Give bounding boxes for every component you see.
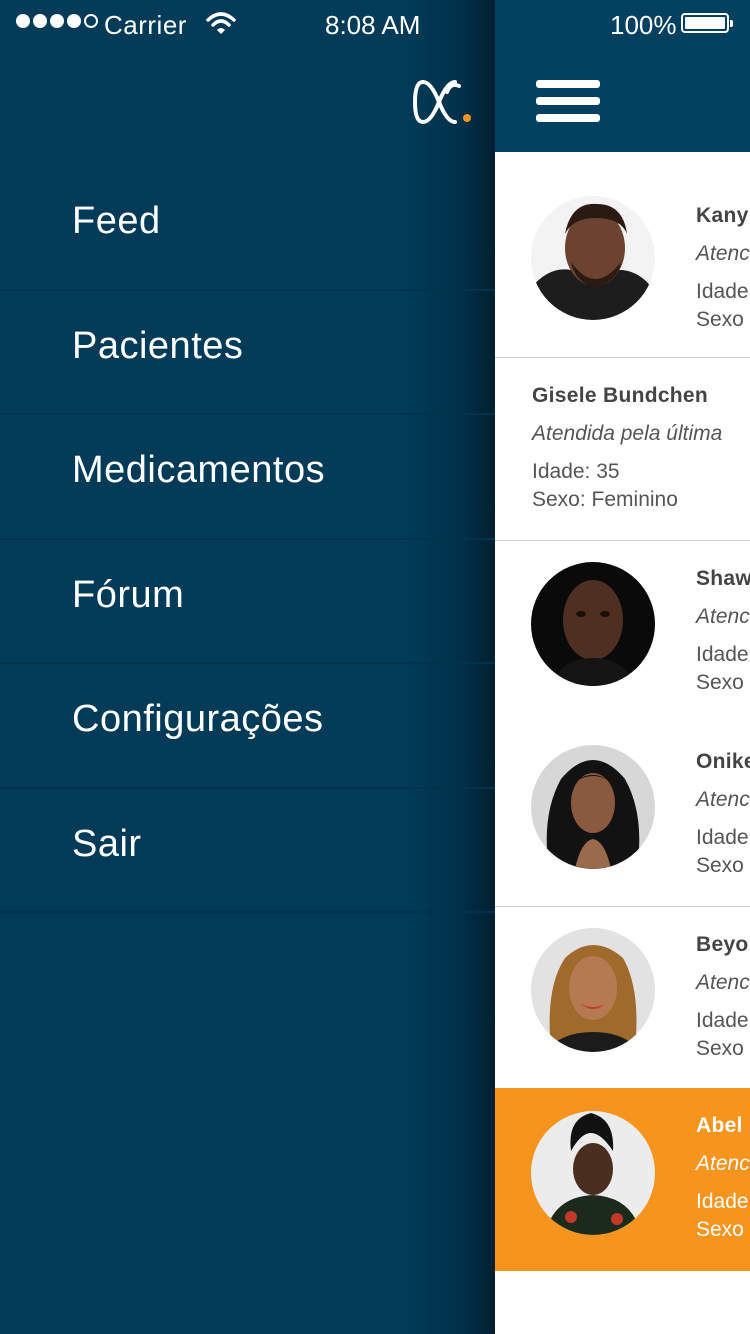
patient-row[interactable]: Gisele Bundchen Atendida pela última Ida… [495,358,750,541]
patient-age: Idade [696,643,749,666]
patient-last-visit: Atenc [696,1152,750,1175]
menu-item-sair[interactable]: Sair [0,789,495,913]
menu-item-label: Pacientes [72,324,244,367]
patient-age: Idade [696,280,749,303]
patient-name: Gisele Bundchen [532,384,709,407]
menu-item-feed[interactable]: Feed [0,166,495,291]
status-bar: Carrier 8:08 AM 100% [0,0,750,50]
patient-last-visit: Atendida pela última [532,422,723,445]
patient-age: Idade [696,1190,749,1213]
menu-item-label: Sair [72,822,142,865]
patient-last-visit: Atenc [696,788,750,811]
patient-last-visit: Atenc [696,971,750,994]
patient-age: Idade: 35 [532,460,620,483]
menu-item-configuracoes[interactable]: Configurações [0,664,495,789]
patient-avatar [531,928,655,1052]
battery-icon [681,13,733,33]
patient-name: Abel [696,1114,743,1137]
patient-avatar [531,1111,655,1235]
patient-avatar [531,196,655,320]
menu-item-label: Configurações [72,698,324,740]
menu-item-pacientes[interactable]: Pacientes [0,291,495,415]
menu-item-forum[interactable]: Fórum [0,540,495,664]
menu-item-label: Fórum [72,573,185,616]
side-drawer: Feed Pacientes Medicamentos Fórum Config… [0,0,495,1334]
drawer-menu: Feed Pacientes Medicamentos Fórum Config… [0,166,495,913]
patient-row[interactable]: Beyo Atenc Idade Sexo [495,907,750,1088]
battery-percentage: 100% [610,10,677,40]
patient-name: Onike [696,750,750,773]
patient-row[interactable]: Shaw Atenc Idade Sexo [495,541,750,724]
patient-age: Idade [696,826,749,849]
hamburger-menu-icon[interactable] [536,80,600,124]
patient-row[interactable]: Onike Atenc Idade Sexo [495,724,750,907]
app-logo [413,80,471,125]
menu-item-label: Medicamentos [72,449,326,491]
menu-item-medicamentos[interactable]: Medicamentos [0,415,495,540]
patient-name: Kany [696,204,749,227]
patient-sex: Sexo [696,671,744,694]
patient-sex: Sexo: Feminino [532,488,678,511]
signal-dots-icon [16,14,101,45]
patient-last-visit: Atenc [696,605,750,628]
patient-name: Beyo [696,933,749,956]
status-time: 8:08 AM [325,10,421,40]
patient-avatar [531,562,655,686]
patient-list-screen: Kany Atenc Idade Sexo Gisele Bundchen At… [495,0,750,1334]
patient-name: Shaw [696,567,750,590]
menu-item-label: Feed [72,200,161,242]
patient-sex: Sexo [696,1037,744,1060]
patient-sex: Sexo [696,308,744,331]
patient-age: Idade [696,1009,749,1032]
wifi-icon [206,12,236,34]
patient-row[interactable]: Kany Atenc Idade Sexo [495,152,750,358]
patient-sex: Sexo [696,1218,744,1241]
patient-avatar [531,745,655,869]
carrier-name: Carrier [104,10,187,40]
patient-last-visit: Atenc [696,242,750,265]
patient-row-selected[interactable]: Abel Atenc Idade Sexo [495,1088,750,1271]
patient-sex: Sexo [696,854,744,877]
